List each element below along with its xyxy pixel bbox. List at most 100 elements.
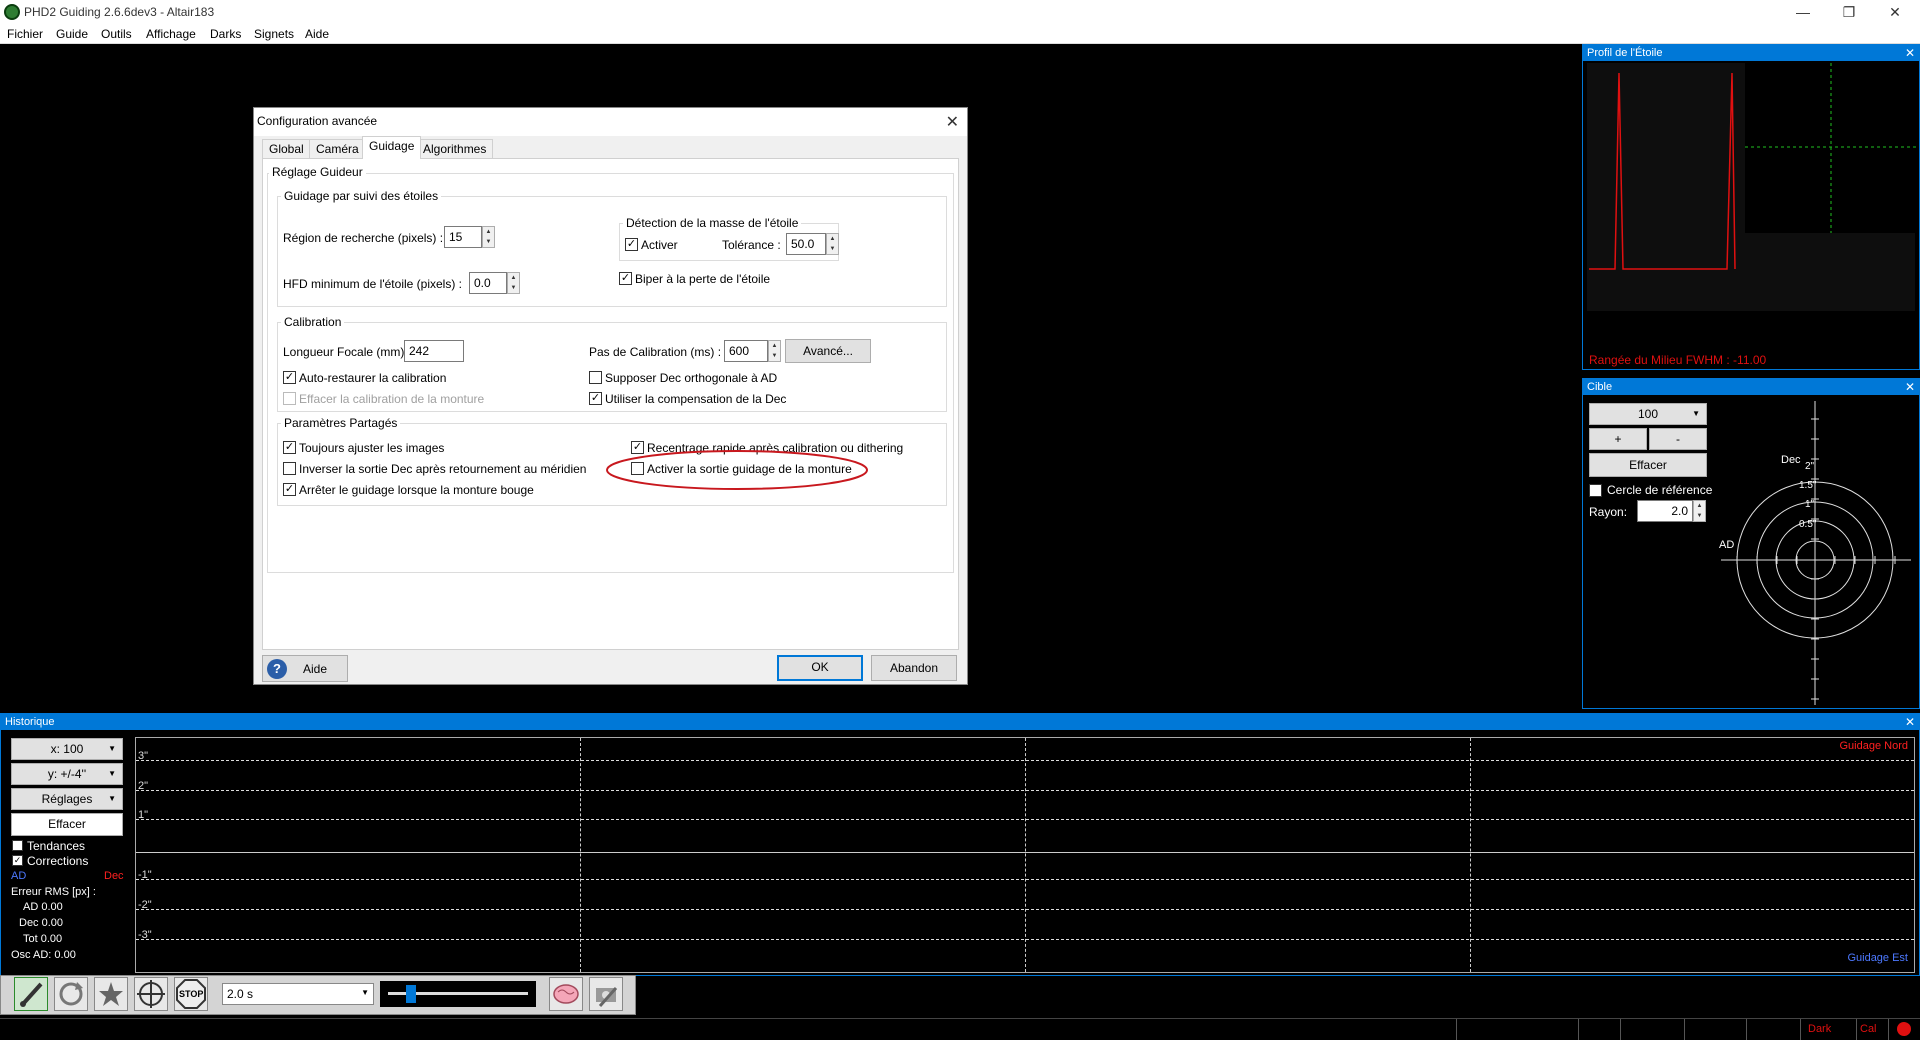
y-tick-3: 3" <box>138 750 149 762</box>
target-zoom-out-button[interactable]: - <box>1649 428 1707 450</box>
menu-signets[interactable]: Signets <box>254 27 294 41</box>
menu-bar: Fichier Guide Outils Affichage Darks Sig… <box>0 24 1920 44</box>
rms-dec: Dec 0.00 <box>19 917 64 929</box>
guider-settings-title: Réglage Guideur <box>269 165 366 179</box>
trends-checkbox[interactable] <box>12 840 23 851</box>
assume-orthogonal-checkbox[interactable] <box>589 371 602 384</box>
search-region-input[interactable]: 15 <box>444 226 482 248</box>
dec-axis-label: Dec <box>1781 454 1801 466</box>
use-dec-compensation-label: Utiliser la compensation de la Dec <box>605 392 787 406</box>
calibration-step-input[interactable]: 600 <box>724 340 768 362</box>
history-clear-button[interactable]: Effacer <box>11 813 123 836</box>
min-hfd-spinner[interactable]: ▲ ▼ <box>507 272 520 294</box>
chevron-down-icon: ▼ <box>108 744 116 753</box>
target-zoom-in-button[interactable]: + <box>1589 428 1647 450</box>
shared-params-title: Paramètres Partagés <box>281 416 401 430</box>
guide-north-label: Guidage Nord <box>1839 740 1909 752</box>
menu-guide[interactable]: Guide <box>56 27 88 41</box>
menu-aide[interactable]: Aide <box>305 27 329 41</box>
star-tracking-title: Guidage par suivi des étoiles <box>281 189 442 203</box>
menu-fichier[interactable]: Fichier <box>7 27 43 41</box>
auto-select-star-button[interactable] <box>94 977 128 1011</box>
target-close-icon[interactable]: ✕ <box>1905 379 1915 395</box>
y-tick-neg1: -1" <box>138 869 152 881</box>
tab-camera[interactable]: Caméra <box>309 139 366 158</box>
close-window-button[interactable]: ✕ <box>1872 0 1918 24</box>
history-close-icon[interactable]: ✕ <box>1905 714 1915 730</box>
history-settings-value: Réglages <box>41 792 93 806</box>
beep-star-lost-checkbox[interactable]: ✓ <box>619 272 632 285</box>
target-panel: Cible ✕ 100 ▼ + - Effacer Cercle de réfé… <box>1582 378 1920 709</box>
guide-button[interactable] <box>134 977 168 1011</box>
menu-outils[interactable]: Outils <box>101 27 132 41</box>
target-clear-button[interactable]: Effacer <box>1589 453 1707 477</box>
history-y-value: y: +/-4'' <box>47 767 87 781</box>
status-separator <box>1800 1019 1801 1040</box>
focal-length-label: Longueur Focale (mm) : <box>283 345 412 359</box>
dialog-close-icon[interactable]: ✕ <box>946 112 959 132</box>
brain-button[interactable] <box>549 977 583 1011</box>
slider-thumb[interactable] <box>406 985 416 1003</box>
menu-darks[interactable]: Darks <box>210 27 241 41</box>
exposure-select[interactable]: 2.0 s ▼ <box>222 983 374 1005</box>
history-x-select[interactable]: x: 100 ▼ <box>11 738 123 760</box>
guidage-tab-page: Réglage Guideur Guidage par suivi des ét… <box>262 158 959 650</box>
tolerance-spinner[interactable]: ▲ ▼ <box>826 233 839 255</box>
tolerance-input[interactable]: 50.0 <box>786 233 826 255</box>
ref-circle-checkbox[interactable] <box>1589 484 1602 497</box>
menu-affichage[interactable]: Affichage <box>146 27 196 41</box>
stop-text: STOP <box>179 989 204 999</box>
radius-input[interactable]: 2.0 <box>1637 500 1693 522</box>
red-highlight-ellipse <box>606 450 868 490</box>
cancel-button[interactable]: Abandon <box>871 655 957 681</box>
corrections-checkbox[interactable]: ✓ <box>12 855 23 866</box>
chevron-down-icon: ▼ <box>361 988 369 997</box>
camera-settings-button[interactable] <box>589 977 623 1011</box>
history-y-select[interactable]: y: +/-4'' ▼ <box>11 763 123 785</box>
gamma-slider[interactable] <box>380 981 536 1007</box>
use-dec-compensation-checkbox[interactable]: ✓ <box>589 392 602 405</box>
ad-legend: AD <box>11 870 27 882</box>
loop-button[interactable] <box>54 977 88 1011</box>
dark-status: Dark <box>1808 1023 1832 1035</box>
cal-status: Cal <box>1860 1023 1877 1035</box>
minimize-button[interactable]: — <box>1780 0 1826 24</box>
stop-guiding-checkbox[interactable]: ✓ <box>283 483 296 496</box>
chevron-down-icon: ▼ <box>108 769 116 778</box>
reverse-dec-checkbox[interactable] <box>283 462 296 475</box>
clear-mount-calibration-checkbox <box>283 392 296 405</box>
help-button[interactable]: ? Aide <box>262 655 348 682</box>
always-adjust-checkbox[interactable]: ✓ <box>283 441 296 454</box>
chevron-down-icon: ▼ <box>108 794 116 803</box>
tab-global[interactable]: Global <box>262 139 311 158</box>
rms-tot: Tot 0.00 <box>23 933 63 945</box>
status-bar <box>0 1018 1920 1040</box>
radius-spinner[interactable]: ▲ ▼ <box>1693 500 1706 522</box>
auto-restore-checkbox[interactable]: ✓ <box>283 371 296 384</box>
status-separator <box>1620 1019 1621 1040</box>
clear-mount-calibration-label: Effacer la calibration de la monture <box>299 392 485 406</box>
maximize-button[interactable]: ❐ <box>1826 0 1872 24</box>
min-hfd-input[interactable]: 0.0 <box>469 272 507 294</box>
window-title: PHD2 Guiding 2.6.6dev3 - Altair183 <box>24 5 215 19</box>
target-zoom-select[interactable]: 100 ▼ <box>1589 403 1707 425</box>
search-region-label: Région de recherche (pixels) : <box>283 231 444 245</box>
mass-detect-enable-checkbox[interactable]: ✓ <box>625 238 638 251</box>
calibration-step-label: Pas de Calibration (ms) : <box>589 345 722 359</box>
calibration-advanced-button[interactable]: Avancé... <box>785 339 871 363</box>
corrections-label: Corrections <box>27 854 89 868</box>
tab-algorithmes[interactable]: Algorithmes <box>416 139 494 158</box>
tolerance-label: Tolérance : <box>722 238 781 252</box>
ok-button[interactable]: OK <box>777 655 863 681</box>
history-settings-select[interactable]: Réglages ▼ <box>11 788 123 810</box>
search-region-spinner[interactable]: ▲ ▼ <box>482 226 495 248</box>
calibration-step-spinner[interactable]: ▲ ▼ <box>768 340 781 362</box>
fwhm-readout: Rangée du Milieu FWHM : -11.00 <box>1589 353 1767 367</box>
dec-legend: Dec <box>104 870 124 882</box>
stop-button[interactable]: STOP <box>174 977 208 1011</box>
rms-title: Erreur RMS [px] : <box>11 886 96 898</box>
focal-length-input[interactable]: 242 <box>404 340 464 362</box>
star-profile-close-icon[interactable]: ✕ <box>1905 45 1915 61</box>
use-camera-button[interactable] <box>14 977 48 1011</box>
tab-guidage[interactable]: Guidage <box>362 136 422 159</box>
